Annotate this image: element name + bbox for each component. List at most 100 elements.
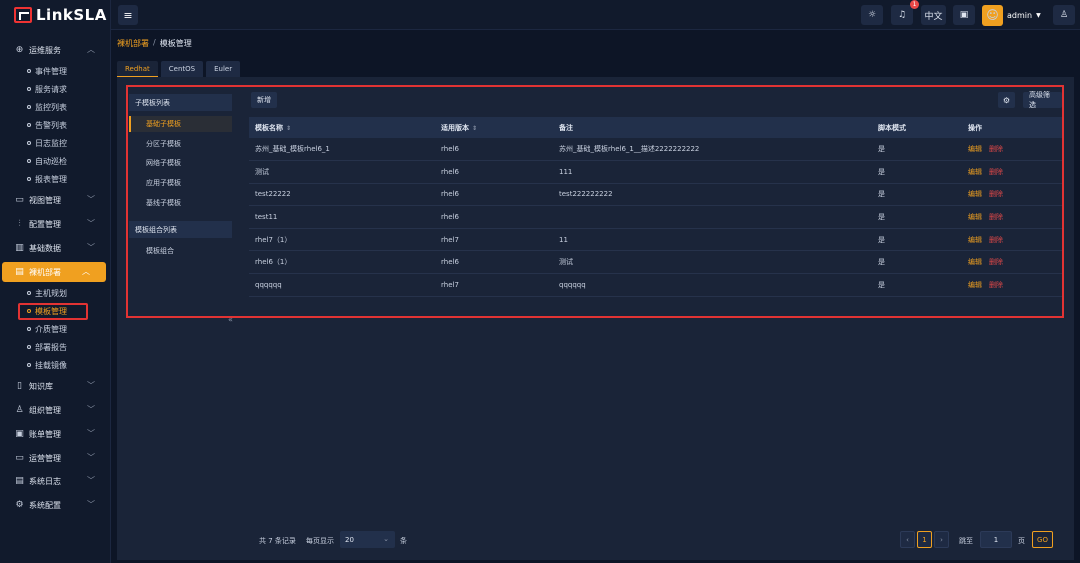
sidebar-group-label: 账单管理	[29, 429, 61, 439]
sidebar-item-label: 介质管理	[35, 324, 67, 334]
sort-icon[interactable]: ⇕	[286, 125, 291, 132]
cell-remark	[553, 205, 872, 229]
language-button[interactable]: 中文	[921, 5, 946, 25]
edit-link[interactable]: 编辑	[968, 236, 982, 244]
sidebar-group-ops-service[interactable]: ⊕ 运维服务 ︿	[0, 40, 111, 60]
page-size-select[interactable]: 20 ⌄	[340, 531, 395, 548]
edit-link[interactable]: 编辑	[968, 281, 982, 289]
chevron-down-icon: ⌄	[383, 535, 389, 543]
sub-template-network[interactable]: 网络子模板	[129, 155, 232, 171]
delete-link[interactable]: 删除	[989, 213, 1003, 221]
delete-link[interactable]: 删除	[989, 190, 1003, 198]
screenshot-camera-icon[interactable]: ▣	[953, 5, 975, 25]
sort-icon[interactable]: ⇕	[472, 125, 477, 132]
delete-link[interactable]: 删除	[989, 145, 1003, 153]
sidebar-group-base-data[interactable]: ▥ 基础数据 ﹀	[0, 238, 111, 258]
goto-page-input[interactable]	[980, 531, 1012, 548]
cell-remark: qqqqqq	[553, 273, 872, 297]
tab-euler[interactable]: Euler	[206, 61, 241, 77]
template-category-panel: 子模板列表 基础子模板 分区子模板 网络子模板 应用子模板 基线子模板 模板组合…	[126, 90, 234, 560]
collapse-panel-icon[interactable]: «	[228, 315, 233, 324]
col-header-name[interactable]: 模板名称 ⇕	[249, 117, 435, 138]
add-button[interactable]: 新增	[251, 92, 277, 108]
sidebar-item-deploy-report[interactable]: 部署报告	[27, 339, 67, 355]
delete-link[interactable]: 删除	[989, 281, 1003, 289]
combo-template-item[interactable]: 模板组合	[129, 243, 232, 259]
sidebar-group-operations[interactable]: ▭ 运营管理 ﹀	[0, 448, 111, 468]
sidebar-item-alert-list[interactable]: 告警列表	[27, 117, 67, 133]
sidebar-item-label: 服务请求	[35, 84, 67, 94]
cell-name: qqqqqq	[249, 273, 435, 297]
cell-name: 测试	[249, 160, 435, 184]
edit-link[interactable]: 编辑	[968, 258, 982, 266]
cell-remark: test222222222	[553, 183, 872, 207]
sidebar-item-log-monitor[interactable]: 日志监控	[27, 135, 67, 151]
chevron-down-icon: ﹀	[87, 405, 95, 414]
tab-redhat[interactable]: Redhat	[117, 61, 158, 77]
dot-icon	[27, 69, 31, 73]
page-button-current[interactable]: 1	[917, 531, 932, 548]
avatar: ☺	[982, 4, 1003, 26]
sidebar-item-mount-image[interactable]: 挂载镜像	[27, 357, 67, 373]
sidebar-item-events[interactable]: 事件管理	[27, 63, 67, 79]
sidebar-item-monitor-list[interactable]: 监控列表	[27, 99, 67, 115]
bar-chart-icon: ▥	[15, 243, 24, 253]
sidebar-group-knowledge[interactable]: ▯ 知识库 ﹀	[0, 376, 111, 396]
template-table: 模板名称 ⇕ 适用版本 ⇕ 备注 脚本模式 操作 苏州_基础_模板rhel6_1 r…	[249, 117, 1062, 297]
user-settings-icon[interactable]: ♙	[1053, 5, 1075, 25]
sliders-icon: ⫶	[18, 219, 21, 229]
sub-template-basic[interactable]: 基础子模板	[129, 116, 232, 132]
delete-link[interactable]: 删除	[989, 168, 1003, 176]
sidebar-item-auto-inspect[interactable]: 自动巡检	[27, 153, 67, 169]
sub-template-partition[interactable]: 分区子模板	[129, 136, 232, 152]
sidebar-group-org[interactable]: ♙ 组织管理 ﹀	[0, 400, 111, 420]
sidebar-group-billing[interactable]: ▣ 账单管理 ﹀	[0, 424, 111, 444]
prev-page-icon[interactable]: ‹	[900, 531, 915, 548]
dot-icon	[27, 87, 31, 91]
sidebar-item-service-requests[interactable]: 服务请求	[27, 81, 67, 97]
hamburger-menu-icon[interactable]: ≡	[118, 5, 138, 25]
col-header-script-mode: 脚本模式	[872, 117, 962, 138]
sidebar-group-views[interactable]: ▭ 视图管理 ﹀	[0, 190, 111, 210]
logo[interactable]: LinkSLA	[0, 0, 110, 30]
cell-actions: 编辑 删除	[962, 160, 1062, 184]
username: admin	[1007, 10, 1033, 20]
sub-template-baseline[interactable]: 基线子模板	[129, 195, 232, 211]
col-header-version[interactable]: 适用版本 ⇕	[435, 117, 553, 138]
go-button[interactable]: GO	[1032, 531, 1053, 548]
col-header-remark: 备注	[553, 117, 872, 138]
sidebar-group-config[interactable]: ⫶ 配置管理 ﹀	[0, 214, 111, 234]
cell-remark: 测试	[553, 250, 872, 275]
delete-link[interactable]: 删除	[989, 236, 1003, 244]
gear-icon[interactable]: ⚙	[998, 92, 1015, 108]
edit-link[interactable]: 编辑	[968, 213, 982, 221]
globe-icon: ⊕	[15, 45, 24, 55]
sidebar-group-system-log[interactable]: ▤ 系统日志 ﹀	[0, 471, 111, 491]
theme-sun-icon[interactable]: ☼	[861, 5, 883, 25]
edit-link[interactable]: 编辑	[968, 145, 982, 153]
table-row: rhel6（1） rhel6 测试 是 编辑 删除	[249, 250, 1062, 275]
dot-icon	[27, 363, 31, 367]
cell-remark: 苏州_基础_模板rhel6_1__描述2222222222	[553, 138, 872, 162]
user-menu[interactable]: ☺ admin ▼	[982, 4, 1047, 26]
chevron-down-icon: ﹀	[87, 453, 95, 462]
sidebar-item-media-mgmt[interactable]: 介质管理	[27, 321, 67, 337]
per-page-unit: 条	[400, 537, 407, 545]
advanced-filter-button[interactable]: 高级筛选	[1023, 91, 1062, 109]
sidebar-item-host-plan[interactable]: 主机规划	[27, 285, 67, 301]
notification-bell-icon[interactable]: ♫	[891, 5, 913, 25]
sub-template-application[interactable]: 应用子模板	[129, 175, 232, 191]
sidebar-item-reports[interactable]: 报表管理	[27, 171, 67, 187]
book-icon: ▯	[17, 381, 22, 391]
tab-centos[interactable]: CentOS	[160, 61, 204, 77]
breadcrumb-parent[interactable]: 裸机部署	[117, 38, 149, 49]
edit-link[interactable]: 编辑	[968, 168, 982, 176]
cell-version: rhel7	[435, 228, 553, 252]
sidebar-group-baremetal-deploy[interactable]: ▤ 裸机部署 ︿	[2, 262, 106, 282]
sidebar-group-system-config[interactable]: ⚙ 系统配置 ﹀	[0, 495, 111, 515]
delete-link[interactable]: 删除	[989, 258, 1003, 266]
breadcrumb: 裸机部署 / 模板管理	[117, 38, 192, 49]
edit-link[interactable]: 编辑	[968, 190, 982, 198]
chevron-down-icon: ﹀	[87, 429, 95, 438]
next-page-icon[interactable]: ›	[934, 531, 949, 548]
